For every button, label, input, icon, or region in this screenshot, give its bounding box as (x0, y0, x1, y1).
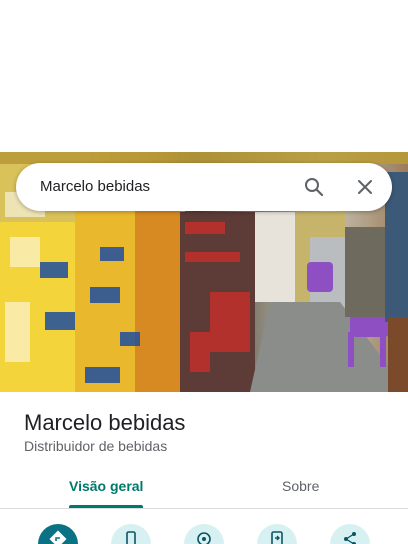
directions-button[interactable] (38, 524, 78, 544)
location-icon (197, 532, 211, 544)
share-icon (344, 532, 356, 544)
location-button[interactable] (184, 524, 224, 544)
active-tab-indicator (69, 505, 143, 508)
send-to-phone-icon (271, 531, 283, 544)
close-icon[interactable] (353, 175, 377, 199)
action-buttons (0, 518, 408, 544)
share-button[interactable] (330, 524, 370, 544)
send-to-phone-button[interactable] (257, 524, 297, 544)
place-title: Marcelo bebidas (24, 410, 186, 435)
tab-about[interactable]: Sobre (282, 478, 319, 494)
tab-bar: Visão geral Sobre (0, 468, 408, 509)
call-button[interactable] (111, 524, 151, 544)
phone-icon (126, 531, 136, 544)
search-icon[interactable] (302, 175, 326, 199)
tab-overview[interactable]: Visão geral (69, 478, 143, 494)
search-bar[interactable]: Marcelo bebidas (16, 163, 392, 211)
place-category: Distribuidor de bebidas (24, 438, 168, 454)
search-query[interactable]: Marcelo bebidas (40, 178, 150, 195)
directions-icon (49, 530, 67, 544)
